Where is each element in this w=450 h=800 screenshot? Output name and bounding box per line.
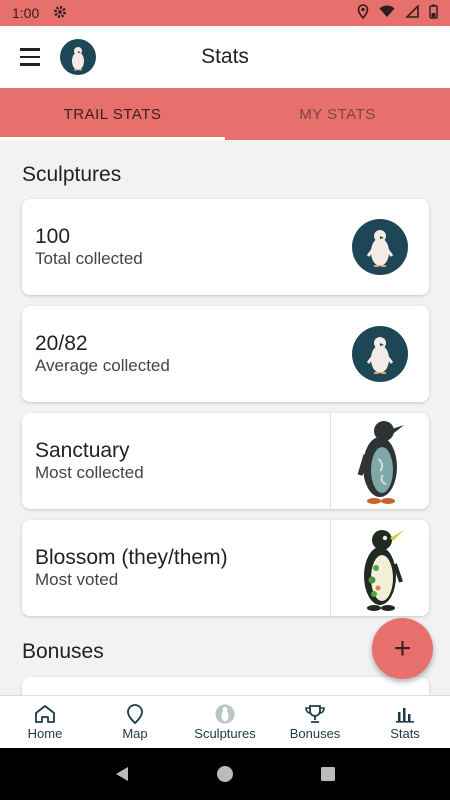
section-title-sculptures: Sculptures [22,163,122,186]
stat-value: 20/82 [35,332,88,355]
wifi-icon [379,5,395,21]
sculpture-image [330,413,429,509]
home-circle-icon[interactable] [216,765,234,783]
stat-value: Sanctuary [35,439,130,462]
nav-item-home[interactable]: Home [0,696,90,748]
penguin-sculpture-icon [357,421,404,504]
recents-square-icon[interactable] [319,765,337,783]
penguin-badge-icon [352,326,408,382]
status-time: 1:00 [12,5,40,21]
nav-label: Home [27,725,63,741]
penguin-badge-icon [352,219,408,275]
nav-label: Bonuses [289,725,341,741]
penguin-icon [215,704,235,723]
plus-icon: + [393,631,412,665]
app-bar: Stats [0,26,450,88]
settings-gear-icon [53,5,67,22]
section-title-bonuses: Bonuses [22,640,104,663]
location-icon [357,4,369,22]
nav-label: Sculptures [194,725,256,741]
nav-label: Stats [390,725,420,741]
nav-item-map[interactable]: Map [90,696,180,748]
menu-icon [20,48,40,51]
add-fab-button[interactable]: + [372,618,433,679]
stat-card-most-collected[interactable]: Sanctuary Most collected [22,413,429,509]
nav-item-stats[interactable]: Stats [360,696,450,748]
back-triangle-icon[interactable] [113,765,131,783]
signal-icon [405,4,419,21]
stat-value: Blossom (they/them) [35,546,228,569]
stat-caption: Most voted [35,570,119,589]
sculpture-image [330,520,429,616]
home-icon [35,704,55,723]
app-logo [60,39,96,75]
penguin-logo-icon [72,47,84,71]
bonus-card[interactable] [22,677,429,695]
stat-caption: Most collected [35,463,144,482]
status-bar: 1:00 [0,0,450,26]
battery-icon [429,4,438,22]
stat-card-most-voted[interactable]: Blossom (they/them) Most voted [22,520,429,616]
nav-label: Map [122,725,148,741]
bar-chart-icon [396,707,414,723]
stats-content: Sculptures 100 Total collected 20/82 Ave… [0,140,450,695]
stat-value: 100 [35,225,71,248]
stat-card-total-collected[interactable]: 100 Total collected [22,199,429,295]
menu-button[interactable] [16,42,46,72]
nav-item-sculptures[interactable]: Sculptures [180,696,270,748]
bottom-nav: Home Map Sculptures Bonuses Stats [0,695,450,748]
penguin-sculpture-icon [364,530,404,611]
stat-caption: Total collected [35,249,143,268]
system-nav-bar [0,748,450,800]
nav-item-bonuses[interactable]: Bonuses [270,696,360,748]
stat-caption: Average collected [35,356,170,375]
map-pin-icon [127,703,143,724]
trophy-icon [305,704,325,723]
tab-my-stats[interactable]: MY STATS [225,88,450,140]
stats-tabs: TRAIL STATS MY STATS [0,88,450,140]
stat-card-average-collected[interactable]: 20/82 Average collected [22,306,429,402]
tab-trail-stats[interactable]: TRAIL STATS [0,88,225,140]
